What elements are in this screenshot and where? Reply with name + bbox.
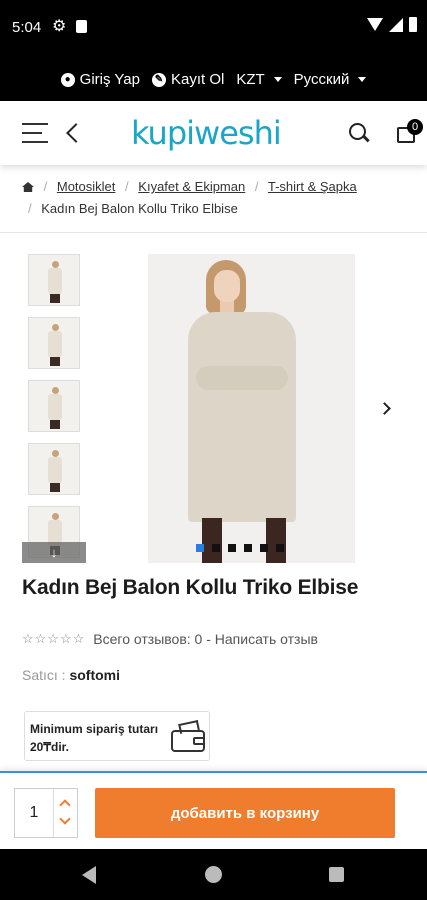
divider (0, 232, 427, 233)
nav-recent-apps-icon[interactable] (329, 867, 344, 882)
back-arrow-icon[interactable] (65, 121, 81, 145)
seller-name[interactable]: softomi (69, 667, 120, 683)
min-order-notice: Minimum sipariş tutarı 20₸dir. (24, 711, 210, 761)
chevron-right-icon[interactable] (380, 400, 392, 416)
nav-home-icon[interactable] (205, 866, 222, 883)
chevron-down-icon (358, 77, 367, 82)
login-link[interactable]: ● Giriş Yap (60, 71, 140, 88)
top-links-bar: ● Giriş Yap ✎ Kayıt Ol KZT Русский (0, 58, 427, 101)
chevron-down-icon (273, 77, 282, 82)
sd-card-icon (76, 20, 87, 33)
home-icon[interactable] (22, 182, 34, 192)
product-thumbnail[interactable] (28, 254, 80, 306)
product-title: Kadın Bej Balon Kollu Triko Elbise (22, 576, 359, 599)
product-thumbnail[interactable] (28, 443, 80, 495)
battery-icon (409, 17, 417, 32)
language-dropdown[interactable]: Русский (294, 71, 367, 88)
cart-count-badge: 0 (407, 119, 423, 135)
pencil-icon: ✎ (151, 72, 166, 87)
signal-icon (389, 17, 403, 32)
thumbnail-scroll-down-button[interactable]: ↓ (22, 542, 86, 563)
breadcrumb: / Motosiklet / Kıyafet & Ekipman / T-shi… (22, 176, 412, 220)
carousel-dot[interactable] (212, 544, 220, 552)
breadcrumb-link[interactable]: T-shirt & Şapka (268, 179, 357, 194)
product-thumbnail[interactable] (28, 380, 80, 432)
product-main-image[interactable] (148, 254, 355, 563)
breadcrumb-current: Kadın Bej Balon Kollu Triko Elbise (41, 201, 238, 216)
menu-icon[interactable] (22, 123, 48, 143)
min-order-text: Minimum sipariş tutarı 20₸dir. (30, 722, 159, 754)
carousel-dot[interactable] (196, 544, 204, 552)
currency-label: KZT (236, 71, 265, 88)
carousel-dot[interactable] (260, 544, 268, 552)
wifi-icon (367, 18, 383, 31)
add-to-cart-button[interactable]: добавить в корзину (95, 788, 395, 838)
register-link[interactable]: ✎ Kayıt Ol (151, 71, 225, 88)
carousel-dot[interactable] (276, 544, 284, 552)
settings-icon: ⚙ (52, 18, 67, 35)
status-icons (367, 17, 417, 32)
quantity-input[interactable]: 1 (15, 789, 53, 837)
reviews-count[interactable]: Всего отзывов: 0 (93, 631, 202, 647)
rating-row: ☆☆☆☆☆ Всего отзывов: 0 - Написать отзыв (22, 631, 318, 647)
arrow-down-icon: ↓ (50, 545, 58, 560)
currency-dropdown[interactable]: KZT (236, 71, 282, 88)
login-label: Giriş Yap (79, 71, 140, 88)
product-thumbnail[interactable] (28, 317, 80, 369)
cart-button[interactable]: 0 (397, 119, 423, 145)
increase-quantity-icon[interactable] (59, 799, 71, 811)
add-to-cart-bar: 1 добавить в корзину (0, 771, 427, 849)
quantity-stepper: 1 (14, 788, 78, 838)
decrease-quantity-icon[interactable] (59, 813, 71, 825)
register-label: Kayıt Ol (170, 71, 225, 88)
language-label: Русский (293, 71, 350, 88)
breadcrumb-link[interactable]: Kıyafet & Ekipman (138, 179, 245, 194)
thumbnail-list (28, 254, 80, 569)
breadcrumb-link[interactable]: Motosiklet (57, 179, 116, 194)
seller-label: Satıcı : (22, 667, 66, 683)
write-review-link[interactable]: Написать отзыв (215, 631, 318, 647)
search-icon[interactable] (349, 123, 369, 143)
star-rating-icon: ☆☆☆☆☆ (22, 631, 86, 646)
site-logo[interactable]: kupiweshi (131, 114, 282, 152)
android-nav-bar (0, 849, 427, 900)
carousel-dot[interactable] (244, 544, 252, 552)
nav-back-icon[interactable] (82, 866, 96, 884)
seller-row: Satıcı : softomi (22, 667, 120, 683)
status-bar: 5:04 ⚙ (0, 0, 427, 58)
status-time: 5:04 (12, 19, 42, 36)
user-icon: ● (60, 72, 75, 87)
site-header: kupiweshi 0 (0, 101, 427, 165)
carousel-dots (196, 544, 284, 552)
wallet-icon (171, 720, 207, 752)
carousel-dot[interactable] (228, 544, 236, 552)
